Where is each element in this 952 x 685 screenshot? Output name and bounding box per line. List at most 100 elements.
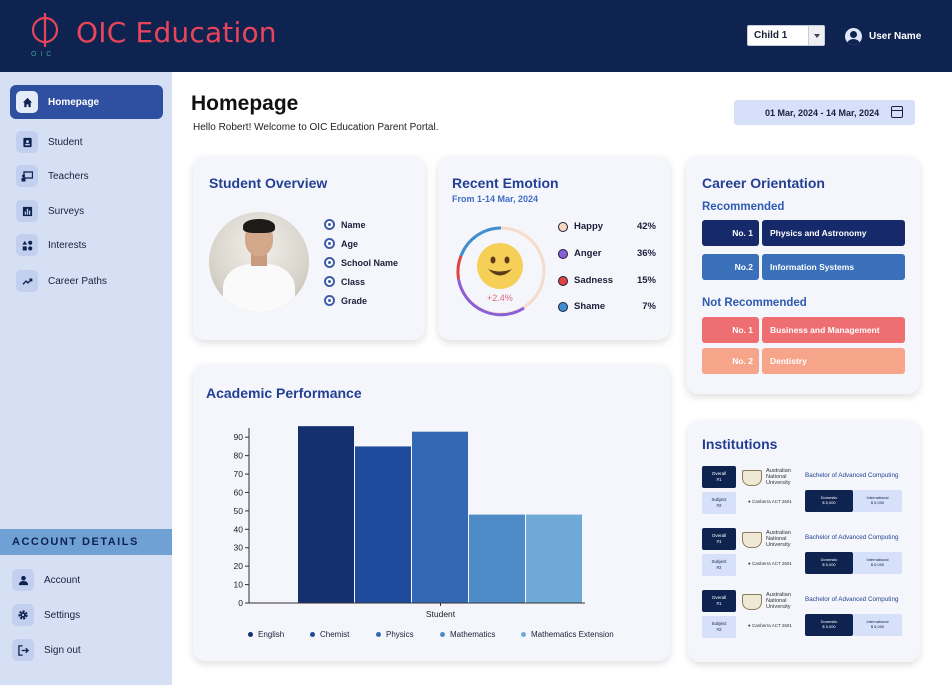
bar-physics [412, 431, 468, 603]
welcome-message: Hello Robert! Welcome to OIC Education P… [193, 122, 439, 133]
emotion-row-happy: Happy 42% [558, 221, 656, 232]
not-recommended-label: Not Recommended [702, 297, 807, 309]
field-name[interactable]: Name [324, 219, 366, 230]
sidebar-item-label: Sign out [44, 644, 81, 656]
not-recommended-rank-2: No. 2 [702, 348, 759, 374]
sidebar-item-surveys[interactable]: Surveys [10, 194, 163, 228]
y-tick-label: 60 [234, 487, 244, 497]
not-recommended-rank-1: No. 1 [702, 317, 759, 343]
sidebar-item-label: Teachers [48, 170, 89, 182]
sidebar-item-interests[interactable]: Interests [10, 228, 163, 262]
sidebar-item-sign-out[interactable]: Sign out [6, 633, 159, 667]
field-label: School Name [341, 257, 399, 268]
page-title: Homepage [191, 92, 299, 115]
not-recommended-career-1[interactable]: Business and Management [762, 317, 905, 343]
academic-performance-card: Academic Performance 0 10 20 30 40 50 60 70 80 90… [193, 364, 670, 661]
top-header: O I C OIC Education Child 1 User Name [0, 0, 952, 72]
institution-item[interactable]: Overall #1 Subject #2 Australian National Un… [702, 466, 902, 520]
domestic-fee: Domestic $ 5,000 [805, 614, 853, 636]
radio-icon [324, 257, 335, 268]
sidebar-item-homepage[interactable]: Homepage [10, 85, 163, 119]
emotion-pct: 36% [636, 248, 656, 259]
student-overview-card: Student Overview Name Age School Name Cl… [193, 156, 425, 340]
institution-item[interactable]: Overall #1 Subject #2 Australian National Un… [702, 528, 902, 582]
university-logo: Australian National University [742, 530, 796, 550]
child-select-value: Child 1 [754, 30, 788, 41]
home-icon [16, 91, 38, 113]
sidebar-item-label: Student [48, 136, 83, 148]
international-fee: International $ 5,000 [853, 552, 902, 574]
logout-icon [12, 639, 34, 661]
not-recommended-career-2[interactable]: Dentistry [762, 348, 905, 374]
legend-label: English [258, 630, 285, 639]
sidebar-item-teachers[interactable]: Teachers [10, 159, 163, 193]
person-icon [12, 569, 34, 591]
happy-dot-icon [558, 221, 568, 232]
field-label: Grade [341, 295, 368, 306]
sidebar-item-label: Homepage [48, 96, 100, 108]
y-tick-label: 80 [234, 451, 244, 461]
field-class[interactable]: Class [324, 276, 365, 287]
legend-label: Mathematics Extension [531, 630, 614, 639]
sidebar-item-label: Surveys [48, 205, 85, 217]
field-label: Name [341, 219, 366, 230]
recommended-rank-1: No. 1 [702, 220, 759, 246]
subject-rank-badge: Subject #2 [702, 554, 736, 576]
x-tick-label: Student [426, 609, 456, 619]
app-title: OIC Education [76, 16, 277, 49]
user-menu[interactable]: User Name [845, 26, 921, 46]
y-tick-label: 40 [234, 524, 244, 534]
legend-item: English [248, 630, 284, 639]
bar-chemist [355, 446, 411, 603]
sidebar-item-account[interactable]: Account [6, 563, 159, 597]
emotion-label: Sadness [574, 275, 614, 286]
shapes-icon [16, 234, 38, 256]
emotion-row-sadness: Sadness 15% [558, 275, 656, 286]
y-tick-label: 20 [234, 561, 244, 571]
teacher-board-icon [16, 165, 38, 187]
domestic-fee: Domestic $ 5,000 [805, 490, 853, 512]
y-tick-label: 50 [234, 506, 244, 516]
field-label: Class [341, 276, 366, 287]
sidebar-item-label: Account [44, 574, 81, 586]
overall-rank-badge: Overall #1 [702, 466, 736, 488]
international-fee: International $ 5,000 [853, 490, 902, 512]
emotion-label: Happy [574, 221, 604, 232]
child-select[interactable]: Child 1 [747, 25, 825, 46]
legend-dot-icon [376, 632, 381, 637]
field-age[interactable]: Age [324, 238, 358, 249]
emotion-pct: 42% [636, 221, 656, 232]
recommended-career-2[interactable]: Information Systems [762, 254, 905, 280]
radio-icon [324, 238, 335, 249]
sidebar-item-settings[interactable]: Settings [6, 598, 159, 632]
university-logo: Australian National University [742, 468, 796, 488]
student-badge-icon [16, 131, 38, 153]
emotion-pct: 7% [642, 301, 656, 312]
legend-item: Mathematics [440, 630, 495, 639]
sidebar-item-career-paths[interactable]: Career Paths [10, 264, 163, 298]
emotion-label: Shame [574, 301, 606, 312]
y-tick-label: 0 [238, 598, 243, 608]
legend-dot-icon [521, 632, 526, 637]
sidebar-item-student[interactable]: Student [10, 125, 163, 159]
card-title: Recent Emotion [452, 175, 559, 191]
card-title: Career Orientation [702, 175, 825, 191]
overall-rank-badge: Overall #1 [702, 590, 736, 612]
user-avatar-icon [845, 27, 862, 45]
recent-emotion-card: Recent Emotion From 1-14 Mar, 2024 +2.4%… [438, 156, 670, 340]
field-school-name[interactable]: School Name [324, 257, 398, 268]
legend-label: Chemist [320, 630, 350, 639]
emotion-change: +2.4% [487, 293, 513, 303]
calendar-icon[interactable] [891, 106, 903, 118]
chevron-down-icon[interactable] [808, 26, 824, 45]
recommended-career-1[interactable]: Physics and Astronomy [762, 220, 905, 246]
subject-rank-badge: Subject #2 [702, 616, 736, 638]
gear-icon [12, 604, 34, 626]
field-grade[interactable]: Grade [324, 295, 367, 306]
date-range-picker[interactable]: 01 Mar, 2024 - 14 Mar, 2024 [734, 100, 915, 125]
shame-dot-icon [558, 301, 568, 312]
institution-location: ● Canberra ACT 2601 [748, 499, 792, 504]
legend-dot-icon [440, 632, 445, 637]
legend-label: Mathematics [450, 630, 496, 639]
institution-item[interactable]: Overall #1 Subject #2 Australian National Un… [702, 590, 902, 644]
